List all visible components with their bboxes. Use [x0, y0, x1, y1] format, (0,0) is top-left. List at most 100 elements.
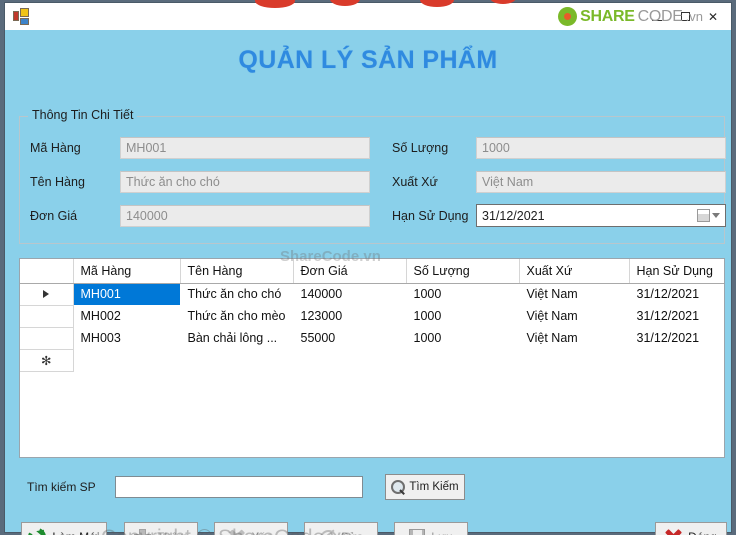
field-label-ten-hang: Tên Hàng	[30, 175, 85, 189]
product-data-grid[interactable]: Mã Hàng Tên Hàng Đơn Giá Số Lượng Xuất X…	[19, 258, 725, 458]
title-bar: SHARE CODE .vn ✕	[5, 3, 731, 30]
cell-new-so-luong[interactable]	[406, 349, 520, 372]
calendar-icon	[697, 209, 710, 222]
window-controls: ✕	[643, 6, 727, 28]
cell-don-gia[interactable]: 140000	[293, 283, 407, 306]
magnifier-icon	[391, 479, 406, 495]
sharecode-share-text: SHARE	[580, 7, 635, 25]
cell-new-ma-hang[interactable]	[73, 349, 181, 372]
x-icon	[229, 529, 246, 535]
field-ten-hang: Tên Hàng Thức ăn cho chó	[30, 171, 370, 193]
field-label-so-luong: Số Lượng	[392, 141, 449, 155]
cell-new-don-gia[interactable]	[293, 349, 407, 372]
edit-icon	[319, 529, 337, 535]
app-window-icon	[13, 8, 30, 25]
refresh-button[interactable]: Làm Mới	[21, 522, 107, 535]
cell-han-su-dung[interactable]: 31/12/2021	[629, 305, 724, 328]
close-form-button-label: Đóng	[688, 530, 717, 535]
delete-button-label: Xóa	[251, 530, 272, 535]
cell-xuat-xu[interactable]: Việt Nam	[519, 327, 630, 350]
field-xuat-xu: Xuất Xứ Việt Nam	[392, 171, 726, 193]
cell-han-su-dung[interactable]: 31/12/2021	[629, 327, 724, 350]
cell-don-gia[interactable]: 123000	[293, 305, 407, 328]
product-table: Mã Hàng Tên Hàng Đơn Giá Số Lượng Xuất X…	[20, 259, 724, 452]
close-button[interactable]: ✕	[699, 6, 727, 28]
cell-ten-hang[interactable]: Bàn chải lông ...	[180, 327, 294, 350]
cell-ma-hang[interactable]: MH002	[73, 305, 181, 328]
save-button-label: Lưu	[431, 530, 452, 535]
maximize-button[interactable]	[671, 6, 699, 28]
field-label-xuat-xu: Xuất Xứ	[392, 175, 438, 189]
form-content: QUẢN LÝ SẢN PHẨM Thông Tin Chi Tiết Mã H…	[5, 30, 731, 535]
cell-new-xuat-xu[interactable]	[519, 349, 630, 372]
input-ma-hang[interactable]: MH001	[120, 137, 370, 159]
minimize-button[interactable]	[643, 6, 671, 28]
table-header-row: Mã Hàng Tên Hàng Đơn Giá Số Lượng Xuất X…	[20, 259, 724, 284]
cell-ten-hang[interactable]: Thức ăn cho mèo	[180, 305, 294, 328]
cell-new-ten-hang[interactable]	[180, 349, 294, 372]
row-header-corner	[20, 259, 74, 284]
table-new-row[interactable]: ✻	[20, 349, 724, 372]
column-header-han-su-dung[interactable]: Hạn Sử Dụng	[629, 259, 724, 284]
search-button-label: Tìm Kiếm	[409, 481, 459, 493]
page-title: QUẢN LÝ SẢN PHẨM	[238, 46, 498, 74]
refresh-icon	[28, 528, 47, 535]
table-row[interactable]: MH002 Thức ăn cho mèo 123000 1000 Việt N…	[20, 305, 724, 328]
search-button[interactable]: Tìm Kiếm	[385, 474, 465, 500]
search-input[interactable]	[115, 476, 363, 498]
field-so-luong: Số Lượng 1000	[392, 137, 726, 159]
column-header-ten-hang[interactable]: Tên Hàng	[180, 259, 294, 284]
field-label-ma-hang: Mã Hàng	[30, 141, 81, 155]
detail-groupbox: Thông Tin Chi Tiết Mã Hàng MH001 Tên Hàn…	[19, 108, 726, 244]
close-form-button[interactable]: Đóng	[655, 522, 727, 535]
refresh-button-label: Làm Mới	[52, 530, 99, 535]
chevron-down-icon	[712, 213, 720, 218]
cell-don-gia[interactable]: 55000	[293, 327, 407, 350]
cell-han-su-dung[interactable]: 31/12/2021	[629, 283, 724, 306]
application-window: SHARE CODE .vn ✕ QUẢN LÝ SẢN PHẨM Thông …	[4, 2, 732, 535]
input-don-gia[interactable]: 140000	[120, 205, 370, 227]
plus-icon	[134, 528, 152, 535]
field-don-gia: Đơn Giá 140000	[30, 205, 370, 227]
column-header-ma-hang[interactable]: Mã Hàng	[73, 259, 181, 284]
save-button[interactable]: Lưu	[394, 522, 468, 535]
date-picker-han-su-dung[interactable]: 31/12/2021	[476, 204, 726, 227]
detail-groupbox-legend: Thông Tin Chi Tiết	[28, 108, 138, 122]
input-ten-hang[interactable]: Thức ăn cho chó	[120, 171, 370, 193]
input-so-luong[interactable]: 1000	[476, 137, 726, 159]
row-marker	[20, 327, 74, 350]
column-header-so-luong[interactable]: Số Lượng	[406, 259, 520, 284]
table-row[interactable]: MH001 Thức ăn cho chó 140000 1000 Việt N…	[20, 283, 724, 306]
edit-button[interactable]: Sửa	[304, 522, 378, 535]
add-button-label: Thêm	[157, 530, 188, 535]
search-row: Tìm kiếm SP Tìm Kiếm	[27, 474, 465, 500]
cell-xuat-xu[interactable]: Việt Nam	[519, 305, 630, 328]
cell-ten-hang[interactable]: Thức ăn cho chó	[180, 283, 294, 306]
field-label-han-su-dung: Hạn Sử Dụng	[392, 208, 469, 223]
date-picker-value: 31/12/2021	[482, 208, 545, 223]
close-x-icon	[665, 528, 683, 535]
cell-xuat-xu[interactable]: Việt Nam	[519, 283, 630, 306]
column-header-don-gia[interactable]: Đơn Giá	[293, 259, 407, 284]
edit-button-label: Sửa	[341, 530, 364, 535]
table-body: MH001 Thức ăn cho chó 140000 1000 Việt N…	[20, 283, 724, 452]
save-icon	[409, 529, 426, 535]
cell-so-luong[interactable]: 1000	[406, 283, 520, 306]
search-label: Tìm kiếm SP	[27, 480, 96, 494]
field-label-don-gia: Đơn Giá	[30, 209, 78, 223]
cell-ma-hang[interactable]: MH003	[73, 327, 181, 350]
sharecode-logo-mark	[558, 7, 578, 26]
column-header-xuat-xu[interactable]: Xuất Xứ	[519, 259, 630, 284]
table-empty-space	[20, 371, 724, 452]
row-marker	[20, 305, 74, 328]
input-xuat-xu[interactable]: Việt Nam	[476, 171, 726, 193]
table-row[interactable]: MH003 Bàn chải lông ... 55000 1000 Việt …	[20, 327, 724, 350]
date-picker-dropdown[interactable]	[697, 209, 723, 222]
cell-new-han-su-dung[interactable]	[629, 349, 724, 372]
cell-ma-hang[interactable]: MH001	[73, 283, 181, 306]
cell-so-luong[interactable]: 1000	[406, 327, 520, 350]
delete-button[interactable]: Xóa	[214, 522, 288, 535]
field-ma-hang: Mã Hàng MH001	[30, 137, 370, 159]
add-button[interactable]: Thêm	[124, 522, 198, 535]
cell-so-luong[interactable]: 1000	[406, 305, 520, 328]
